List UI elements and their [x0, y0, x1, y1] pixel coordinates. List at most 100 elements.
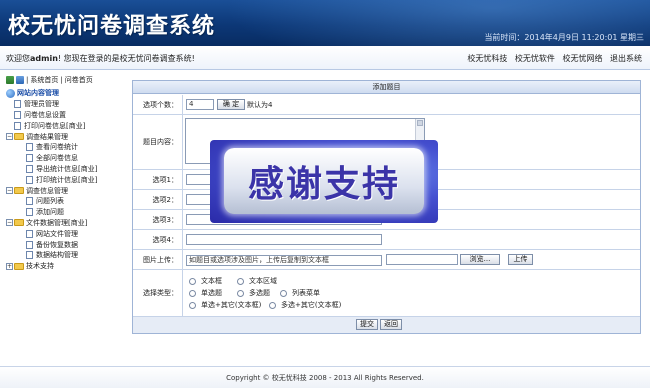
sidebar-item-view-stats[interactable]: 查看问卷统计: [4, 142, 124, 153]
option-count-input[interactable]: 4: [186, 99, 214, 110]
option3-label: 选项3：: [133, 210, 183, 229]
page-icon: [14, 121, 21, 130]
page-icon: [26, 164, 33, 173]
sidebar-item-label: 问卷信息设置: [24, 110, 66, 119]
sidebar-item-add-question[interactable]: 添加问题: [4, 207, 124, 218]
sidebar-item-label: 问题列表: [36, 197, 64, 206]
collapse-icon[interactable]: −: [6, 187, 13, 195]
page-icon: [26, 251, 33, 260]
sidebar-item-label: 数据结构管理: [36, 251, 78, 260]
page-icon: [26, 229, 33, 238]
sidebar-item-label: 导出统计信息[商业]: [36, 164, 98, 173]
nav-tree: 网站内容管理 管理员管理 问卷信息设置 打印问卷信息[商业] − 调查结果管理 查…: [4, 88, 124, 272]
question-type-group: 文本框 文本区域 单选题 多选题 列表菜单 单选+其它(文本框) 多选+其它(文…: [185, 270, 640, 316]
type-single-radio[interactable]: [189, 290, 196, 297]
globe-icon: [6, 88, 15, 98]
sidebar-item-label: 添加问题: [36, 208, 64, 217]
sidebar: | 系统首页 | 问卷首页 网站内容管理 管理员管理 问卷信息设置 打印问卷信息…: [4, 74, 124, 364]
sidebar-item-label: 调查信息管理: [26, 186, 68, 195]
sidebar-item-db-structure[interactable]: 数据结构管理: [4, 250, 124, 261]
sidebar-item-label: 网站文件管理: [36, 229, 78, 238]
type-textbox-label: 文本框: [201, 277, 222, 285]
option2-label: 选项2：: [133, 190, 183, 209]
type-single-other-label: 单选+其它(文本框): [201, 301, 262, 309]
back-button[interactable]: 返回: [380, 319, 402, 330]
sidebar-item-print-survey[interactable]: 打印问卷信息[商业]: [4, 120, 124, 131]
option-count-label: 选项个数：: [133, 95, 183, 114]
link-company[interactable]: 校无忧科技: [467, 54, 507, 63]
folder-icon: [14, 187, 24, 195]
sidebar-item-backup[interactable]: 备份恢复数据: [4, 239, 124, 250]
app-title: 校无忧问卷调查系统: [8, 13, 216, 39]
sidebar-top-links: | 系统首页 | 问卷首页: [4, 74, 124, 86]
folder-icon: [14, 219, 24, 227]
collapse-icon[interactable]: −: [6, 219, 13, 227]
type-multiple-label: 多选题: [249, 289, 270, 297]
expand-icon[interactable]: +: [6, 262, 13, 270]
thanks-banner-plate: 感谢支持: [224, 148, 424, 214]
username: admin: [30, 54, 58, 63]
page-icon: [26, 208, 33, 217]
home-icon: [6, 76, 14, 84]
question-type-label: 选择类型：: [133, 270, 183, 316]
submit-button[interactable]: 提交: [356, 319, 378, 330]
link-network[interactable]: 校无忧网络: [562, 54, 602, 63]
row-image-upload: 图片上传： 如题目或选项涉及图片，上传后复制到文本框 浏览... 上传: [133, 250, 640, 270]
system-home-link[interactable]: 系统首页: [30, 75, 58, 85]
type-textarea-label: 文本区域: [249, 277, 277, 285]
type-single-label: 单选题: [201, 289, 222, 297]
type-multiple-radio[interactable]: [237, 290, 244, 297]
upload-button[interactable]: 上传: [508, 254, 533, 265]
page-icon: [26, 154, 33, 163]
option4-input[interactable]: [186, 234, 382, 245]
survey-home-link[interactable]: 问卷首页: [65, 75, 93, 85]
sidebar-folder-support[interactable]: + 技术支持: [4, 261, 124, 272]
page-icon: [26, 175, 33, 184]
link-software[interactable]: 校无忧软件: [515, 54, 555, 63]
tree-icon: [16, 76, 24, 84]
browse-button[interactable]: 浏览...: [460, 254, 500, 265]
sidebar-item-admin[interactable]: 管理员管理: [4, 99, 124, 110]
sidebar-folder-results[interactable]: − 调查结果管理: [4, 131, 124, 142]
row-option-count: 选项个数： 4 确 定 默认为4: [133, 95, 640, 115]
tree-root[interactable]: 网站内容管理: [4, 88, 124, 99]
folder-icon: [14, 262, 24, 270]
form-actions: 提交 返回: [133, 317, 640, 333]
row-question-type: 选择类型： 文本框 文本区域 单选题 多选题 列表菜单 单选+其它(文本框) 多…: [133, 270, 640, 317]
sidebar-item-survey-settings[interactable]: 问卷信息设置: [4, 110, 124, 121]
image-upload-label: 图片上传：: [133, 250, 183, 269]
type-list-radio[interactable]: [280, 290, 287, 297]
sidebar-item-label: 全部问卷信息: [36, 154, 78, 163]
sidebar-item-site-files[interactable]: 网站文件管理: [4, 228, 124, 239]
app-header: 校无忧问卷调查系统 当前时间：2014年4月9日 11:20:01 星期三: [0, 0, 650, 46]
file-input[interactable]: [386, 254, 458, 265]
top-links: 校无忧科技 校无忧软件 校无忧网络 退出系统: [462, 53, 642, 64]
sidebar-item-label: 备份恢复数据: [36, 240, 78, 249]
sidebar-item-label: 技术支持: [26, 262, 54, 271]
logout-link[interactable]: 退出系统: [610, 54, 642, 63]
folder-icon: [14, 133, 24, 141]
content-label: 题目内容：: [133, 115, 183, 169]
collapse-icon[interactable]: −: [6, 133, 13, 141]
user-bar: 欢迎您admin! 您现在登录的是校无忧问卷调查系统! 校无忧科技 校无忧软件 …: [0, 46, 650, 70]
sidebar-item-export-stats[interactable]: 导出统计信息[商业]: [4, 164, 124, 175]
sidebar-folder-survey-info[interactable]: − 调查信息管理: [4, 185, 124, 196]
welcome-text: 欢迎您admin! 您现在登录的是校无忧问卷调查系统!: [6, 53, 195, 64]
thanks-banner-text: 感谢支持: [247, 164, 400, 205]
type-multiple-other-radio[interactable]: [269, 302, 276, 309]
image-path-input[interactable]: 如题目或选项涉及图片，上传后复制到文本框: [186, 255, 382, 266]
scroll-up-icon[interactable]: [417, 120, 423, 126]
sidebar-item-print-stats[interactable]: 打印统计信息[商业]: [4, 174, 124, 185]
sidebar-item-label: 调查结果管理: [26, 132, 68, 141]
sidebar-item-label: 打印统计信息[商业]: [36, 175, 98, 184]
sidebar-item-all-surveys[interactable]: 全部问卷信息: [4, 153, 124, 164]
type-list-label: 列表菜单: [292, 289, 320, 297]
confirm-button[interactable]: 确 定: [217, 99, 245, 110]
type-textarea-radio[interactable]: [237, 278, 244, 285]
type-multiple-other-label: 多选+其它(文本框): [281, 301, 342, 309]
type-textbox-radio[interactable]: [189, 278, 196, 285]
sidebar-item-question-list[interactable]: 问题列表: [4, 196, 124, 207]
type-single-other-radio[interactable]: [189, 302, 196, 309]
sidebar-folder-files[interactable]: − 文件数据管理[商业]: [4, 218, 124, 229]
row-option4: 选项4：: [133, 230, 640, 250]
